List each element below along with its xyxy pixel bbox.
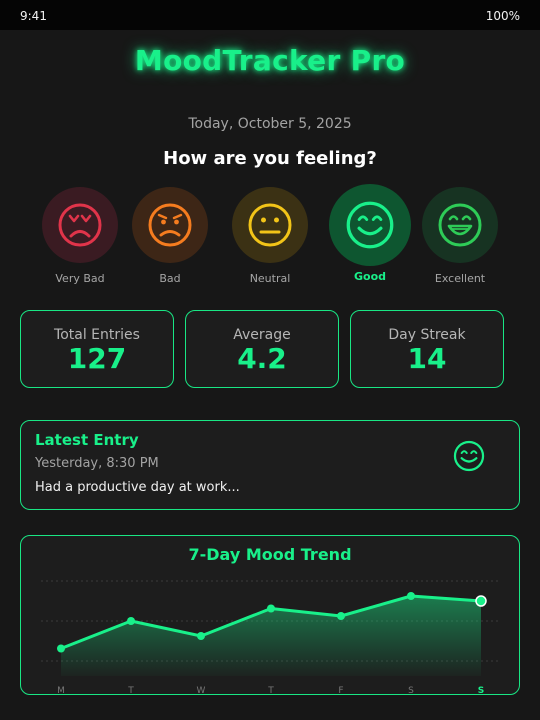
mood-label-bad: Bad (159, 272, 181, 285)
app-screen: 9:41 100% MoodTracker Pro Today, October… (0, 0, 540, 720)
x-tick-label: F (338, 686, 343, 695)
x-tick-label: W (197, 686, 206, 695)
data-point[interactable] (267, 604, 275, 613)
mood-option-bad[interactable]: Bad (127, 187, 213, 285)
status-time: 9:41 (20, 9, 47, 23)
mood-option-good[interactable]: Good (326, 184, 414, 283)
data-point[interactable] (337, 612, 345, 620)
latest-entry-time: Yesterday, 8:30 PM (35, 456, 159, 471)
stat-value: 4.2 (237, 342, 287, 375)
stat-card-day-streak: Day Streak 14 (350, 310, 504, 388)
mood-option-neutral[interactable]: Neutral (227, 187, 313, 285)
stat-card-average: Average 4.2 (185, 310, 339, 388)
data-point[interactable] (475, 595, 487, 607)
stat-card-total-entries: Total Entries 127 (20, 310, 174, 388)
x-tick-label: T (267, 686, 274, 695)
app-title: MoodTracker Pro (134, 44, 406, 77)
mood-circle-bad (132, 187, 208, 263)
grin-face-icon (438, 203, 482, 247)
mood-label-very-bad: Very Bad (55, 272, 105, 285)
x-tick-label: M (57, 686, 65, 695)
neutral-face-icon (248, 203, 292, 247)
latest-entry-text: Had a productive day at work... (35, 480, 240, 495)
current-date: Today, October 5, 2025 (188, 116, 352, 132)
mood-question: How are you feeling? (163, 148, 377, 169)
stat-value: 14 (407, 342, 447, 375)
mood-trend-chart-card: 7-Day Mood Trend MTWTFSS (20, 535, 520, 695)
mood-option-excellent[interactable]: Excellent (417, 187, 503, 285)
mood-label-neutral: Neutral (249, 272, 291, 285)
status-battery: 100% (485, 9, 520, 23)
mood-circle-good (329, 184, 411, 266)
data-point[interactable] (407, 592, 415, 600)
smile-face-icon (346, 201, 394, 249)
stat-value: 127 (67, 342, 127, 375)
x-tick-label: S (408, 686, 414, 695)
data-point[interactable] (57, 644, 65, 653)
very-sad-face-icon (58, 203, 102, 247)
mood-option-very-bad[interactable]: Very Bad (37, 187, 123, 285)
x-tick-label: T (127, 686, 134, 695)
mood-circle-excellent (422, 187, 498, 263)
mood-trend-chart: MTWTFSS (41, 580, 501, 695)
latest-entry-card[interactable]: Latest Entry Yesterday, 8:30 PM Had a pr… (20, 420, 520, 510)
data-point[interactable] (197, 632, 205, 640)
latest-entry-title: Latest Entry (35, 431, 139, 449)
mood-label-good: Good (353, 270, 387, 283)
x-tick-label: S (478, 686, 484, 695)
sad-face-icon (148, 203, 192, 247)
mood-label-excellent: Excellent (434, 272, 486, 285)
status-bar: 9:41 100% (0, 0, 540, 30)
smile-face-icon (453, 440, 485, 472)
mood-circle-neutral (232, 187, 308, 263)
data-point[interactable] (127, 617, 135, 625)
mood-circle-very-bad (42, 187, 118, 263)
